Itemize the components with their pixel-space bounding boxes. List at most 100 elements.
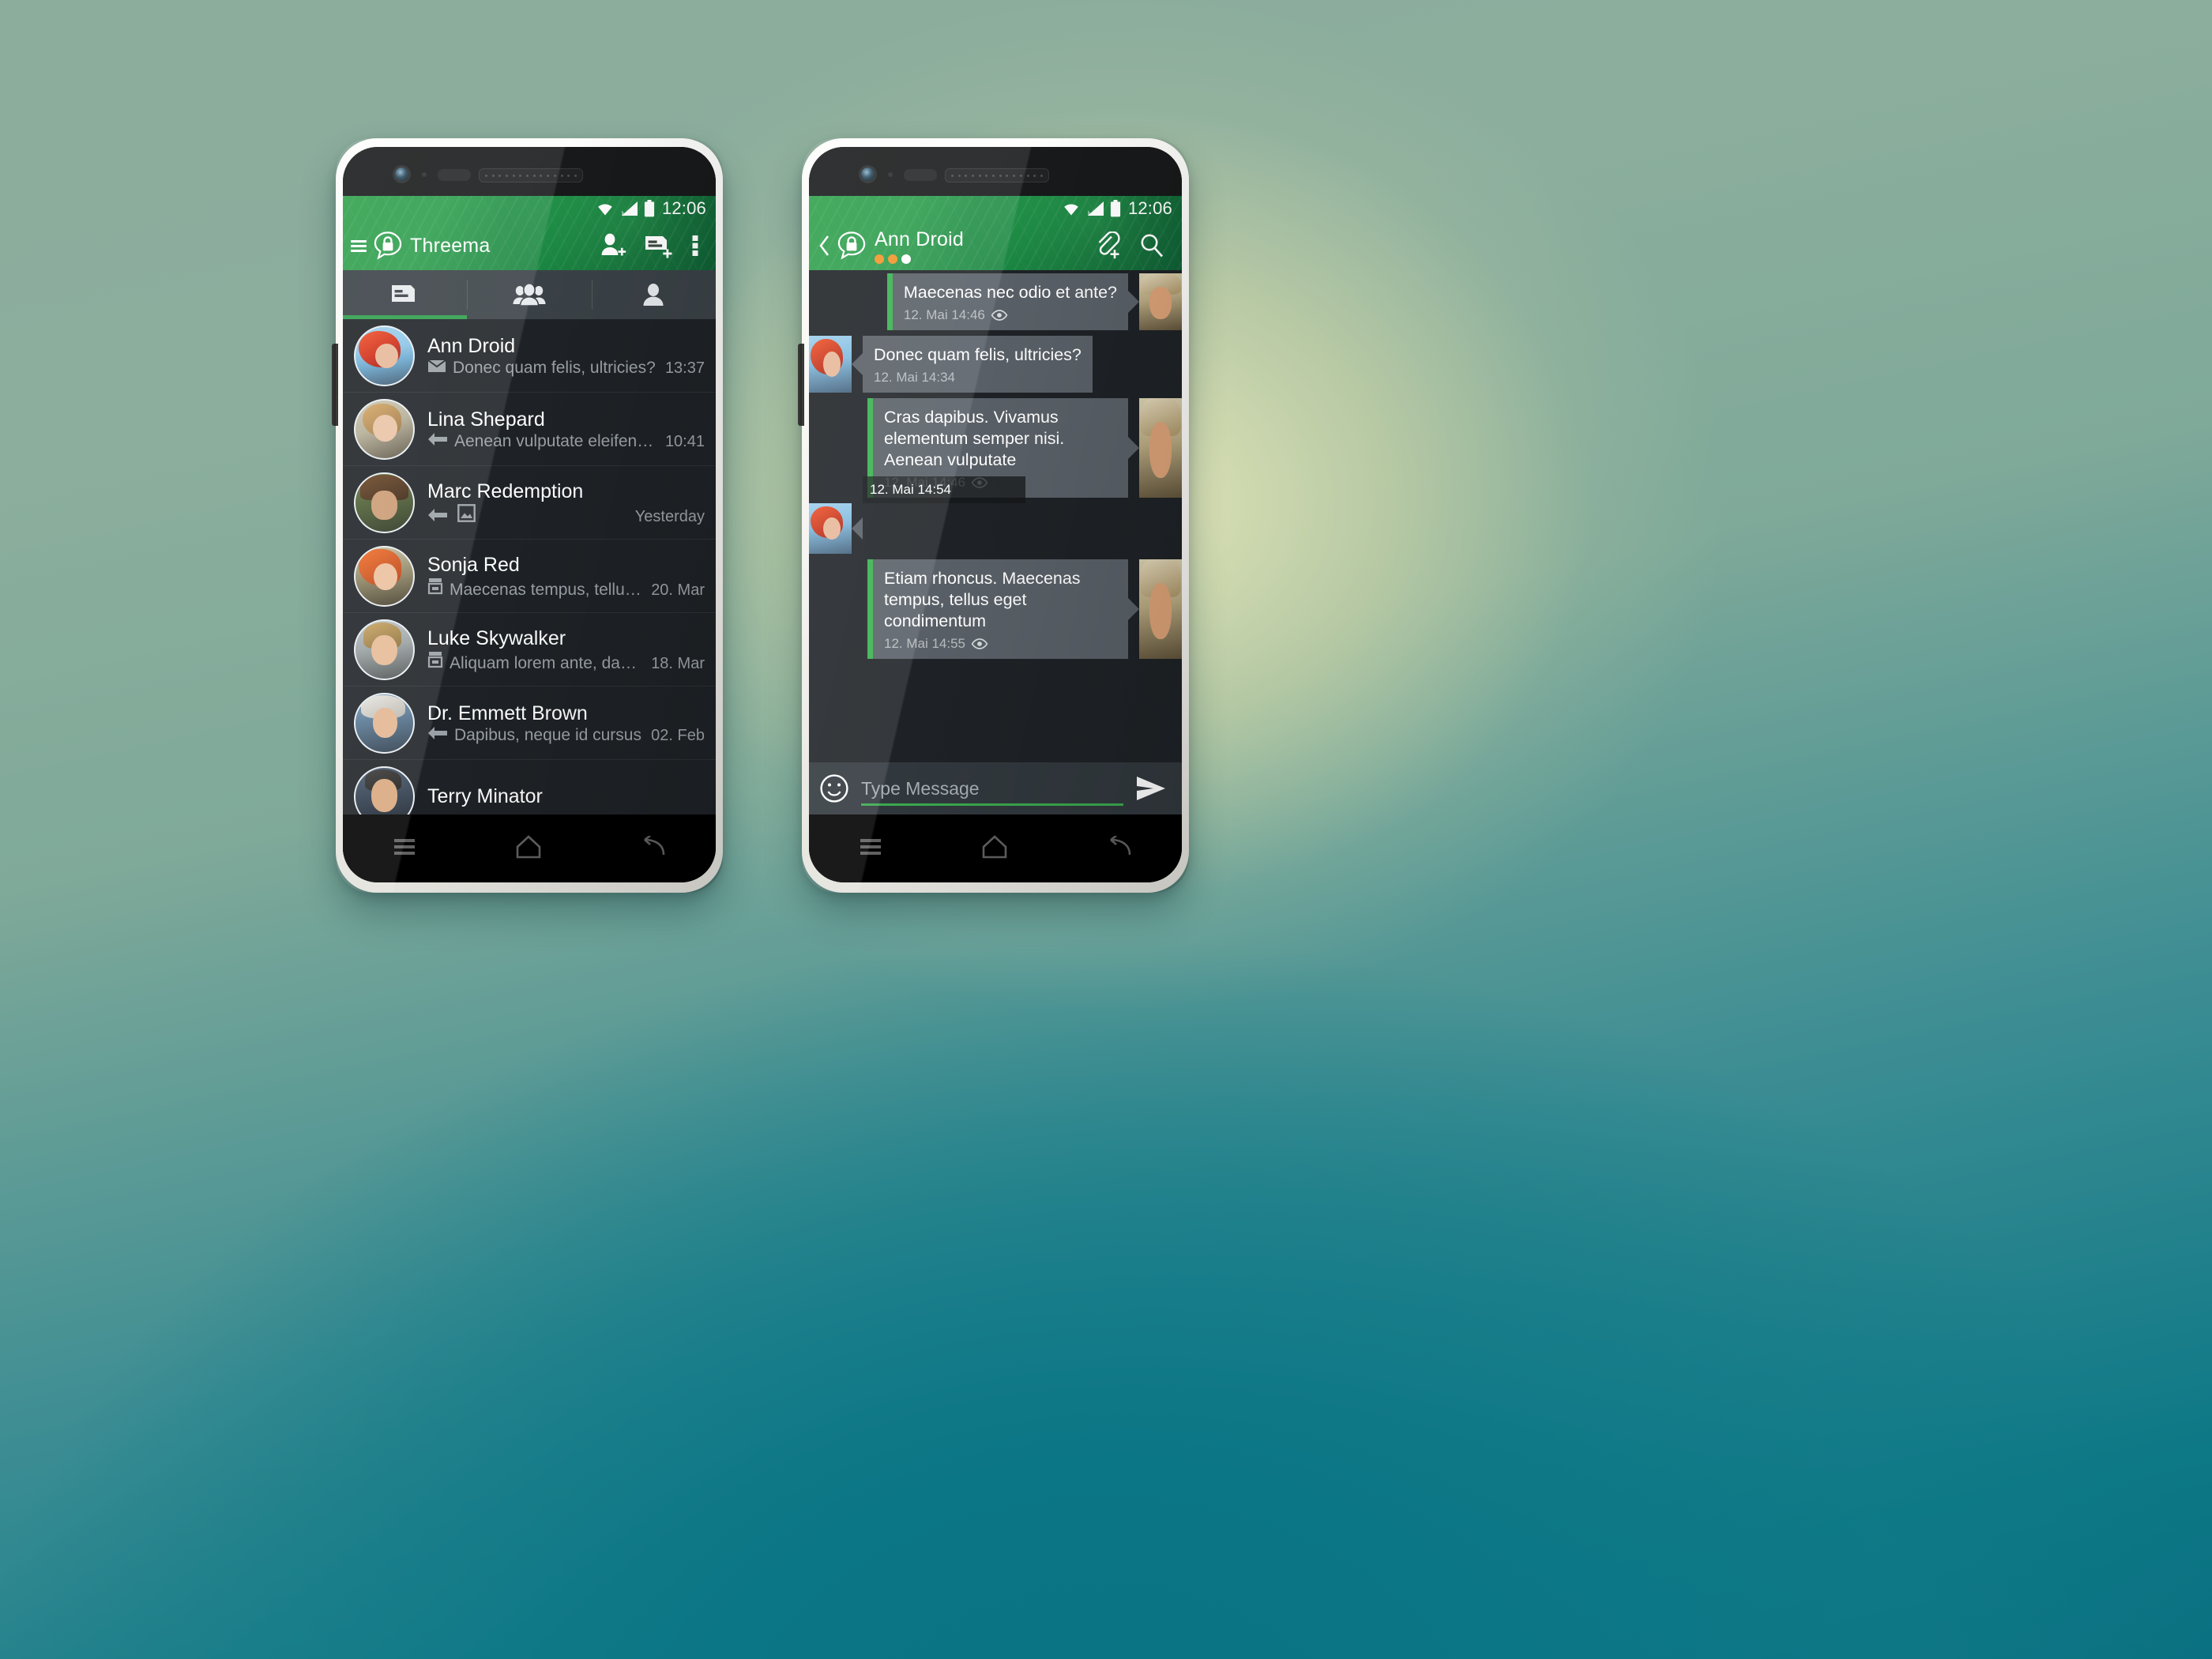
list-item[interactable]: Sonja Red Maecenas tempus, tellus e... 2… [343,540,716,613]
back-icon[interactable] [1106,834,1133,862]
signal-icon [621,201,638,216]
android-nav-bar-right [809,814,1182,882]
list-item[interactable]: Marc Redemption Yesterday [343,466,716,540]
list-item[interactable]: Terry Minator [343,760,716,814]
list-item[interactable]: Lina Shepard Aenean vulputate eleifend t… [343,393,716,466]
eye-read-icon [971,638,988,649]
avatar [354,692,415,754]
bubble-notch [852,517,863,540]
recents-icon[interactable] [858,837,883,861]
message-incoming-image[interactable]: 12. Mai 14:54 [809,476,1182,554]
front-camera-icon [861,167,875,181]
phone-glass-right: 12:06 Ann Droid Maecenas nec odio et ant… [809,147,1182,882]
sender-thumbnail [1139,398,1182,498]
message-text: Cras dapibus. Vivamus elementum semper n… [884,408,1065,469]
tab-chats[interactable] [343,270,468,319]
eye-read-icon [991,310,1008,321]
battery-icon [1110,200,1121,217]
message-outgoing[interactable]: Maecenas nec odio et ante? 12. Mai 14:46 [809,273,1182,330]
phone-left: 12:06 Threema Ann Droid Donec quam felis… [332,138,723,893]
chat-list[interactable]: Ann Droid Donec quam felis, ultricies? 1… [343,319,716,814]
avatar [354,619,415,680]
bubble-notch [852,353,863,375]
list-item[interactable]: Dr. Emmett Brown Dapibus, neque id cursu… [343,687,716,760]
back-icon[interactable] [640,834,667,862]
contacts-icon [643,284,664,306]
message-incoming[interactable]: Donec quam felis, ultricies? 12. Mai 14:… [809,336,1182,393]
chat-preview: Maecenas tempus, tellus e... [450,580,644,599]
reply-arrow-icon [427,508,448,526]
appbar-right: 12:06 Ann Droid [809,196,1182,270]
phone-right: 12:06 Ann Droid Maecenas nec odio et ant… [798,138,1189,893]
back-chevron-icon[interactable] [817,234,834,258]
tab-contacts[interactable] [591,270,716,319]
status-bar-right: 12:06 [809,196,1182,221]
light-sensor-icon [438,169,471,181]
delivered-inbox-icon [427,651,443,672]
action-bar-left: Threema [343,221,716,270]
chat-name: Marc Redemption [427,480,584,502]
status-clock: 12:06 [1127,198,1172,218]
reply-arrow-icon [427,432,448,450]
signal-icon [1087,201,1104,216]
sender-thumbnail [809,503,852,554]
message-meta: 12. Mai 14:46 [904,307,1117,323]
volume-button-left[interactable] [332,344,338,426]
chat-name: Lina Shepard [427,408,545,431]
bubble-notch [1128,598,1139,620]
trust-level-dots [875,254,964,264]
attach-icon [1098,231,1120,259]
recents-icon[interactable] [392,837,417,861]
tab-groups[interactable] [467,270,591,319]
search-button[interactable] [1130,232,1174,259]
proximity-sensor-icon [422,172,427,177]
smiley-icon[interactable] [818,773,850,804]
groups-icon [513,283,546,307]
add-contact-button[interactable] [589,232,635,259]
image-icon [457,503,476,526]
trust-dot-3 [901,254,911,264]
message-input[interactable]: Type Message [861,771,1123,806]
status-bar-left: 12:06 [343,196,716,221]
new-chat-button[interactable] [635,232,683,259]
front-camera-icon [395,167,408,181]
trust-dot-2 [888,254,897,264]
avatar [354,325,415,386]
phone-bezel-top-right [809,147,1182,196]
chat-time: Yesterday [634,507,705,525]
page-title: Threema [410,234,491,257]
attach-button[interactable] [1085,231,1130,260]
chat-time: 13:37 [664,359,705,377]
phone-glass-left: 12:06 Threema Ann Droid Donec quam felis… [343,147,716,882]
overflow-menu-button[interactable] [683,232,708,259]
phone-bezel-top-left [343,147,716,196]
chat-time: 18. Mar [651,654,705,672]
message-outgoing[interactable]: Etiam rhoncus. Maecenas tempus, tellus e… [809,559,1182,659]
add-contact-icon [601,233,626,256]
list-item[interactable]: Ann Droid Donec quam felis, ultricies? 1… [343,319,716,393]
chat-preview: Aliquam lorem ante, dapib... [450,653,644,672]
home-icon[interactable] [515,834,542,863]
message-meta: 12. Mai 14:55 [884,636,1117,652]
home-icon[interactable] [981,834,1008,863]
chat-name: Luke Skywalker [427,626,566,649]
hamburger-icon[interactable] [351,239,367,252]
earpiece-speaker [479,168,583,182]
trust-dot-1 [875,254,884,264]
send-button[interactable] [1134,775,1172,802]
appbar-left: 12:06 Threema [343,196,716,270]
avatar [354,398,415,460]
action-bar-right: Ann Droid [809,221,1182,270]
conversation-thread[interactable]: Maecenas nec odio et ante? 12. Mai 14:46 [809,270,1182,814]
overflow-menu-icon [692,235,698,256]
screen-right: 12:06 Ann Droid Maecenas nec odio et ant… [809,196,1182,882]
chat-preview: Aenean vulputate eleifend telic... [454,431,657,450]
message-bubble: Etiam rhoncus. Maecenas tempus, tellus e… [867,559,1128,659]
avatar [354,766,415,814]
sender-thumbnail [1139,273,1182,330]
chat-time: 02. Feb [651,726,705,744]
volume-button-right[interactable] [798,344,804,426]
list-item[interactable]: Luke Skywalker Aliquam lorem ante, dapib… [343,613,716,687]
wifi-icon [1064,204,1078,216]
image-caption-time: 12. Mai 14:54 [863,476,1025,503]
